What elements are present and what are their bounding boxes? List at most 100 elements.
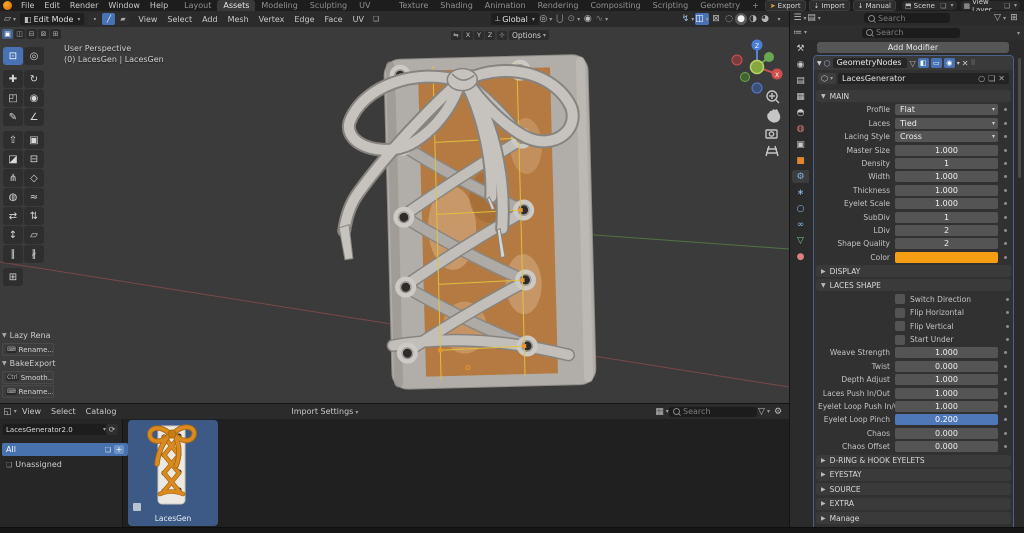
properties-options-dropdown[interactable] [1015,28,1020,37]
unlink-icon[interactable]: ✕ [998,74,1005,83]
tool-vertex-slide[interactable]: ⇅ [24,207,44,225]
asset-checkbox[interactable] [133,503,141,511]
asset-item-lacesgen[interactable]: LacesGen [128,420,218,526]
scene-selector[interactable]: ⬒ Scene ❏ [902,1,957,10]
new-collection-icon[interactable]: ⊞ [1007,12,1021,24]
dropdown-laces[interactable]: Tied [895,118,998,129]
tool-rip-region[interactable]: ∥ [3,245,23,263]
tool-rip-edge[interactable]: ∦ [24,245,44,263]
color-swatch-color[interactable] [895,252,998,263]
animate-decorator[interactable] [1004,445,1007,448]
select-subtract-icon[interactable]: ⊟ [26,29,37,39]
asset-filter-icon[interactable]: ▽ [757,406,771,418]
tool-add-cube[interactable]: ⊞ [3,268,23,286]
workspace-tab-animation[interactable]: Animation [479,0,532,11]
outliner-search-input[interactable]: Search [864,13,950,23]
properties-tab-physics[interactable]: ○ [792,202,809,215]
overlays-dropdown[interactable]: ◫ [695,13,709,25]
value-field-chaos[interactable]: 0.000 [895,428,998,439]
animate-decorator[interactable] [1004,418,1007,421]
falloff-dropdown[interactable]: ∿ [595,13,609,25]
pivot-point-dropdown[interactable]: ◎ [539,13,553,25]
refresh-icon[interactable]: ⟳ [106,424,118,435]
menu-edit[interactable]: Edit [39,1,65,10]
tool-scale[interactable]: ◰ [3,89,23,107]
asset-menu-view[interactable]: View [17,407,46,416]
viewport-menu-select[interactable]: Select [162,15,197,24]
outliner-filter-icon[interactable]: ▽ [993,12,1007,24]
outliner-display-mode-dropdown[interactable]: ▤ [807,12,821,24]
animate-decorator[interactable] [1004,405,1007,408]
add-modifier-button[interactable]: Add Modifier [817,42,1009,53]
viewport-menu-add[interactable]: Add [197,15,223,24]
edit-mode-toggle[interactable]: ◧ [918,58,929,68]
animate-decorator[interactable] [1006,298,1009,301]
lazy-rename-panel-header[interactable]: ▼ Lazy Rena [2,329,54,342]
value-field-eyelet-loop-pinch[interactable]: 0.200 [895,414,998,425]
shading-solid-button[interactable]: ● [735,13,747,25]
animate-decorator[interactable] [1004,378,1007,381]
snap-target-dropdown[interactable]: ⊙ [567,13,581,25]
viewport-menu-mesh[interactable]: Mesh [223,15,254,24]
tool-loop-cut[interactable]: ⊟ [24,150,44,168]
select-difference-icon[interactable]: ⊠ [38,29,49,39]
animate-decorator[interactable] [1004,229,1007,232]
animate-decorator[interactable] [1004,135,1007,138]
properties-tab-scene[interactable]: ◓ [792,106,809,119]
tool-measure[interactable]: ∠ [24,108,44,126]
tool-poly-build[interactable]: ◇ [24,169,44,187]
animate-decorator[interactable] [1004,365,1007,368]
bake-export-panel-header[interactable]: ▼ BakeExport [2,357,54,370]
properties-search-input[interactable]: Search [862,28,960,38]
value-field-twist[interactable]: 0.000 [895,361,998,372]
workspace-tab-assets[interactable]: Assets [217,0,255,11]
value-field-master-size[interactable]: 1.000 [895,145,998,156]
workspace-tab-uv-editing[interactable]: UV Editing [353,0,393,11]
view-layer-selector[interactable]: ▦ View Layer ❏ [961,1,1020,10]
properties-tab-particles[interactable]: ∗ [792,186,809,199]
gizmos-dropdown[interactable]: ↯ [681,13,695,25]
viewport-menu-face[interactable]: Face [320,15,348,24]
checkbox-flip-vertical[interactable] [895,321,905,331]
asset-library-selector[interactable]: LacesGenerator2.0 [3,424,109,435]
proportional-edit-toggle[interactable]: ◉ [581,13,595,25]
mirror-icon[interactable]: ⇋ [451,31,461,40]
workspace-tab-layout[interactable]: Layout [178,0,217,11]
tool-move[interactable]: ✚ [3,70,23,88]
shading-rendered-button[interactable]: ◕ [759,13,771,25]
drag-handle-icon[interactable]: ⠿ [970,59,974,67]
shading-material-button[interactable]: ◑ [747,13,759,25]
xray-toggle[interactable]: ⊠ [709,13,723,25]
workspace-tab-rendering[interactable]: Rendering [532,0,585,11]
tool-shrink-fatten[interactable]: ↕ [3,226,23,244]
tool-select-box[interactable]: ⊡ [3,47,23,65]
dropdown-profile[interactable]: Flat [895,104,998,115]
viewport-menu-vertex[interactable]: Vertex [254,15,290,24]
animate-decorator[interactable] [1004,108,1007,111]
select-extend-icon[interactable]: ◫ [14,29,25,39]
transform-orientation[interactable]: ⟂ Global [491,13,539,25]
section-d-ring-hook-eyelets[interactable]: ▶D-RING & HOOK EYELETS [816,455,1011,467]
animate-decorator[interactable] [1004,432,1007,435]
catalog-all[interactable]: All❏+ [2,443,128,456]
asset-search-input[interactable]: Search [669,407,757,417]
value-field-chaos-offset[interactable]: 0.000 [895,441,998,452]
asset-browser-editor-dropdown[interactable]: ◱ [3,406,17,418]
animate-decorator[interactable] [1004,216,1007,219]
tool-bevel[interactable]: ◪ [3,150,23,168]
expand-icon[interactable]: ▼ [817,60,822,67]
checkbox-flip-horizontal[interactable] [895,308,905,318]
animate-decorator[interactable] [1006,325,1009,328]
viewport-menu-view[interactable]: View [133,15,162,24]
section-extra[interactable]: ▶EXTRA [816,498,1011,510]
animate-decorator[interactable] [1006,311,1009,314]
workspace-tab-compositing[interactable]: Compositing [584,0,646,11]
shading-options-dropdown[interactable] [771,13,785,25]
manual-button[interactable]: ↓Manual [853,0,896,11]
section-eyestay[interactable]: ▶EYESTAY [816,469,1011,481]
section-manage[interactable]: ▶Manage [816,512,1011,524]
animate-decorator[interactable] [1004,256,1007,259]
value-field-density[interactable]: 1 [895,158,998,169]
tool-spin[interactable]: ◍ [3,188,23,206]
select-mode-vertex-button[interactable]: ∙ [88,13,101,25]
